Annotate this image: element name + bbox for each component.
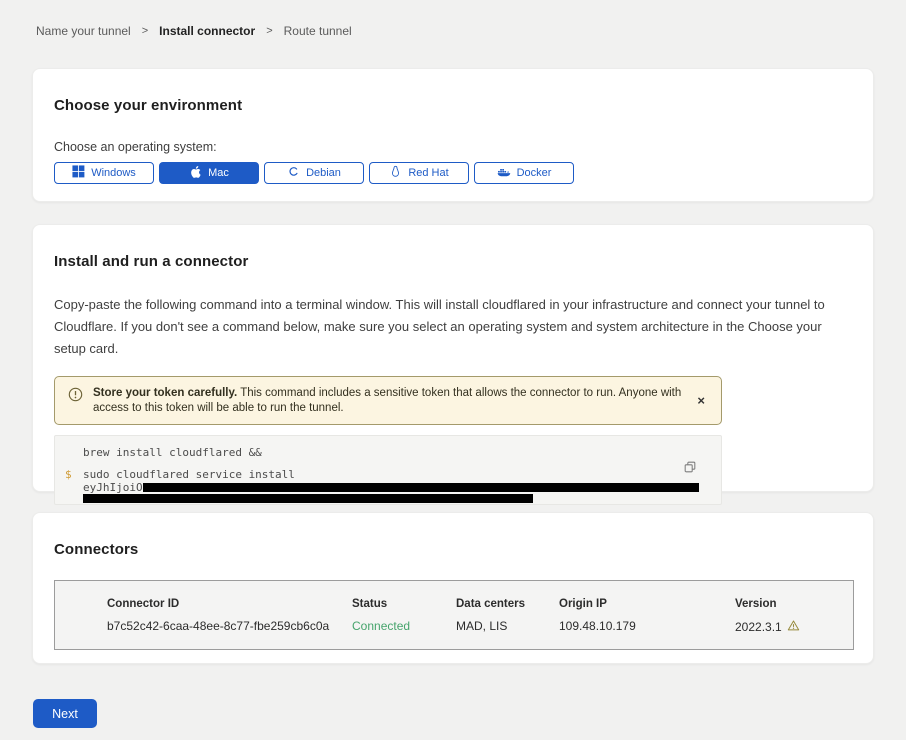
os-button-mac[interactable]: Mac <box>159 162 259 184</box>
code-line-brew: brew install cloudflared && <box>83 446 721 459</box>
install-description: Copy-paste the following command into a … <box>54 294 850 360</box>
data-centers-value: MAD, LIS <box>456 619 559 633</box>
connectors-table: Connector ID b7c52c42-6caa-48ee-8c77-fbe… <box>54 580 854 650</box>
redhat-icon <box>389 165 402 181</box>
breadcrumb-step-install-connector[interactable]: Install connector <box>159 24 255 38</box>
close-icon[interactable]: × <box>691 392 711 409</box>
warning-title: Store your token carefully. <box>93 387 237 399</box>
next-button[interactable]: Next <box>33 699 97 728</box>
token-warning-banner: Store your token carefully. This command… <box>54 376 722 425</box>
token-prefix: eyJhIjoiO <box>83 481 143 494</box>
breadcrumb-separator: > <box>142 25 148 37</box>
install-connector-card: Install and run a connector Copy-paste t… <box>32 224 874 492</box>
table-column-status: Status Connected <box>352 598 456 649</box>
table-column-connector-id: Connector ID b7c52c42-6caa-48ee-8c77-fbe… <box>107 598 352 649</box>
os-button-label: Mac <box>208 167 229 179</box>
os-button-label: Debian <box>306 167 341 179</box>
copy-icon[interactable] <box>683 460 697 477</box>
os-button-label: Windows <box>91 167 136 179</box>
os-button-group: Windows Mac Debian Red Hat Docker <box>54 162 852 184</box>
warning-triangle-icon <box>787 619 800 635</box>
os-button-label: Docker <box>517 167 552 179</box>
alert-circle-icon <box>68 387 83 407</box>
warning-message: Store your token carefully. This command… <box>93 385 681 416</box>
apple-icon <box>189 165 202 182</box>
column-header: Origin IP <box>559 598 735 610</box>
os-button-debian[interactable]: Debian <box>264 162 364 184</box>
token-line: eyJhIjoiO <box>83 481 721 493</box>
breadcrumb: Name your tunnel > Install connector > R… <box>0 0 906 38</box>
breadcrumb-separator: > <box>266 25 272 37</box>
table-column-origin-ip: Origin IP 109.48.10.179 <box>559 598 735 649</box>
code-line-service-install: $sudo cloudflared service install <box>83 468 721 481</box>
debian-icon <box>287 165 300 181</box>
os-button-windows[interactable]: Windows <box>54 162 154 184</box>
version-value: 2022.3.1 <box>735 619 853 635</box>
column-header: Data centers <box>456 598 559 610</box>
table-column-data-centers: Data centers MAD, LIS <box>456 598 559 649</box>
os-button-docker[interactable]: Docker <box>474 162 574 184</box>
docker-icon <box>497 166 511 181</box>
column-header: Version <box>735 598 853 610</box>
choose-environment-card: Choose your environment Choose an operat… <box>32 68 874 202</box>
column-header: Status <box>352 598 456 610</box>
install-command-codeblock: brew install cloudflared && $sudo cloudf… <box>54 435 722 505</box>
redaction-bar <box>143 483 699 492</box>
breadcrumb-step-route-tunnel[interactable]: Route tunnel <box>284 24 352 38</box>
origin-ip-value: 109.48.10.179 <box>559 619 735 633</box>
redaction-bar <box>83 494 533 503</box>
os-button-label: Red Hat <box>408 167 448 179</box>
os-select-label: Choose an operating system: <box>54 140 852 154</box>
code-command-text: sudo cloudflared service install <box>83 468 295 481</box>
status-badge: Connected <box>352 619 456 633</box>
connectors-card: Connectors Connector ID b7c52c42-6caa-48… <box>32 512 874 664</box>
windows-icon <box>72 165 85 181</box>
os-button-redhat[interactable]: Red Hat <box>369 162 469 184</box>
shell-prompt: $ <box>65 468 72 481</box>
version-number: 2022.3.1 <box>735 620 782 634</box>
install-card-title: Install and run a connector <box>54 253 852 270</box>
connector-id-value: b7c52c42-6caa-48ee-8c77-fbe259cb6c0a <box>107 619 352 633</box>
breadcrumb-step-name-tunnel[interactable]: Name your tunnel <box>36 24 131 38</box>
environment-card-title: Choose your environment <box>54 97 852 114</box>
connectors-card-title: Connectors <box>54 541 852 558</box>
table-column-version: Version 2022.3.1 <box>735 598 853 649</box>
column-header: Connector ID <box>107 598 352 610</box>
